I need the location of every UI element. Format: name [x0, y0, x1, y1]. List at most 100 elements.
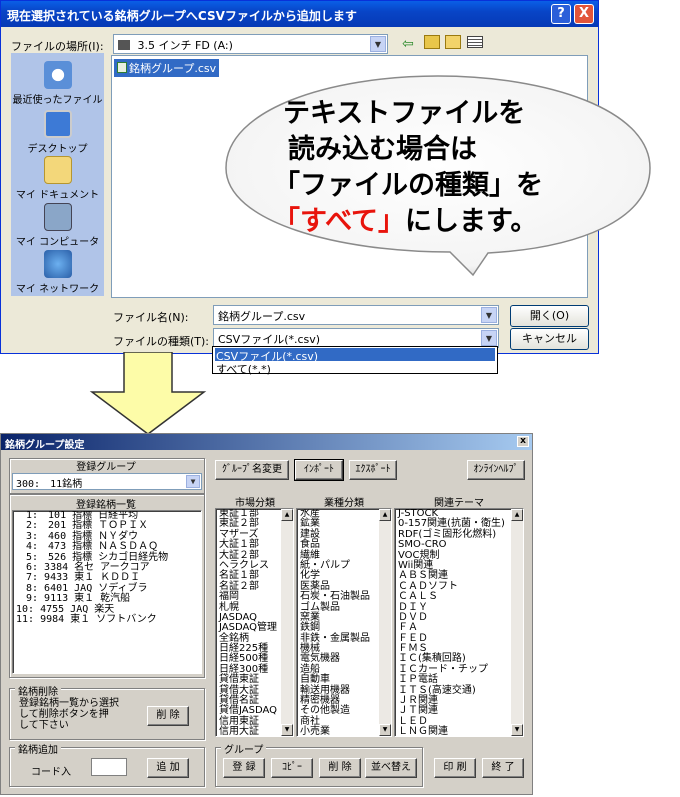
floppy-icon: [118, 40, 130, 50]
scroll-up-icon[interactable]: ▲: [281, 509, 293, 521]
group-delete-button[interactable]: 削 除: [319, 758, 361, 778]
group-label: 登録グループ: [76, 462, 136, 473]
list-item[interactable]: ＣＡＬＳ: [395, 591, 523, 602]
scroll-up-icon[interactable]: ▲: [379, 509, 391, 521]
filetype-option-csv[interactable]: CSVファイル(*.csv): [215, 348, 495, 363]
chevron-down-icon[interactable]: ▼: [481, 307, 497, 323]
register-button[interactable]: 登 録: [223, 758, 265, 778]
filetype-select[interactable]: CSVファイル(*.csv) ▼: [213, 328, 499, 348]
copy-button[interactable]: ｺﾋﾟｰ: [271, 758, 313, 778]
filetype-dropdown-list: CSVファイル(*.csv) すべて(*.*): [212, 346, 498, 376]
code-label: コード入: [31, 767, 71, 778]
online-help-button[interactable]: ｵﾝﾗｲﾝﾍﾙﾌﾟ: [467, 460, 525, 480]
list-item[interactable]: 食品: [297, 539, 391, 550]
place-label: マイ コンピュータ: [15, 237, 100, 248]
list-item[interactable]: SMO-CRO: [395, 539, 523, 550]
group-actions-title: グループ: [221, 741, 267, 756]
desktop-icon: [43, 110, 72, 138]
scroll-down-icon[interactable]: ▼: [511, 724, 523, 736]
list-item[interactable]: 9: 9113 東１ 乾汽船: [13, 593, 201, 604]
group-settings-dialog: 銘柄グループ設定 x 登録グループ 300: 11銘柄 ▼ 登録銘柄一覧 1: …: [0, 433, 533, 795]
delete-description: 登録銘柄一覧から選択 して削除ボタンを押 して下さい: [19, 698, 119, 731]
members-header: 登録銘柄一覧: [76, 500, 136, 511]
scroll-up-icon[interactable]: ▲: [511, 509, 523, 521]
theme-header: 関連テーマ: [434, 498, 484, 509]
location-combo[interactable]: 3.5 インチ FD (A:) ▼: [113, 34, 388, 54]
documents-folder-icon: [43, 156, 72, 184]
location-label: ファイルの場所(I):: [11, 40, 104, 53]
cancel-button[interactable]: キャンセル: [510, 328, 589, 350]
exit-button[interactable]: 終 了: [482, 758, 524, 778]
callout-highlight: 「すべて」: [273, 206, 406, 237]
clock-icon: [43, 61, 72, 89]
title-bar: 現在選択されている銘柄グループへCSVファイルから追加します ? X: [1, 1, 598, 27]
place-label: デスクトップ: [27, 144, 88, 155]
scrollbar[interactable]: ▲ ▼: [379, 509, 391, 736]
list-item[interactable]: ＬＮＧ関連: [395, 726, 523, 736]
members-list[interactable]: 1: 101 指標 日経平均 2: 201 指標 ＴＯＰＩＸ 3: 460 指標…: [12, 510, 202, 674]
scroll-down-icon[interactable]: ▼: [379, 724, 391, 736]
title-bar: 銘柄グループ設定 x: [1, 434, 532, 451]
filename-input[interactable]: 銘柄グループ.csv ▼: [213, 305, 499, 325]
computer-icon: [43, 203, 72, 231]
file-item[interactable]: 銘柄グループ.csv: [114, 59, 220, 77]
close-button[interactable]: x: [517, 436, 529, 447]
chevron-down-icon[interactable]: ▼: [370, 36, 386, 52]
dialog-title: 現在選択されている銘柄グループへCSVファイルから追加します: [7, 9, 357, 23]
list-item[interactable]: 石炭・石油製品: [297, 591, 391, 602]
help-button[interactable]: ?: [551, 4, 571, 24]
place-label: マイ ドキュメント: [15, 190, 100, 201]
place-documents[interactable]: マイ ドキュメント: [11, 156, 104, 201]
filetype-option-all[interactable]: すべて(*.*): [215, 361, 495, 376]
place-desktop[interactable]: デスクトップ: [11, 110, 104, 155]
place-label: マイ ネットワーク: [15, 284, 100, 295]
theme-list[interactable]: J-STOCK 0-157関連(抗菌・衛生) RDF(ゴミ固形化燃料) SMO-CRO…: [394, 508, 524, 737]
delete-stock-button[interactable]: 削 除: [147, 706, 189, 726]
market-header: 市場分類: [235, 498, 275, 509]
import-button[interactable]: ｲﾝﾎﾟｰﾄ: [294, 459, 344, 481]
industry-header: 業種分類: [324, 498, 364, 509]
view-menu-icon[interactable]: [467, 36, 483, 48]
callout-line-2: 読み込む場合は: [288, 134, 477, 165]
print-button[interactable]: 印 刷: [434, 758, 476, 778]
market-list[interactable]: 東証１部 東証２部 マザーズ 大証１部 大証２部 ヘラクレス 名証１部 名証２部 福岡 札幌 JAS…: [215, 508, 294, 737]
group-select[interactable]: 300: 11銘柄 ▼: [12, 473, 202, 490]
callout-line-3: 「ファイルの種類」を: [273, 170, 543, 201]
filename-label: ファイル名(N):: [113, 311, 189, 324]
place-label: 最近使ったファイル: [12, 95, 103, 106]
export-button[interactable]: ｴｸｽﾎﾟｰﾄ: [349, 460, 397, 480]
location-value: 3.5 インチ FD (A:): [137, 39, 233, 52]
add-title: 銘柄追加: [15, 741, 61, 756]
csv-file-icon: [117, 62, 127, 73]
place-recent[interactable]: 最近使ったファイル: [11, 61, 104, 106]
callout-line-4: にします。: [405, 206, 538, 237]
add-stock-button[interactable]: 追 加: [147, 758, 189, 778]
scrollbar[interactable]: ▲ ▼: [511, 509, 523, 736]
scroll-down-icon[interactable]: ▼: [281, 724, 293, 736]
places-bar: 最近使ったファイル デスクトップ マイ ドキュメント マイ コンピュータ マイ …: [11, 53, 104, 296]
place-network[interactable]: マイ ネットワーク: [11, 250, 104, 295]
down-arrow-icon: [89, 352, 207, 435]
callout-line-1: テキストファイルを: [283, 98, 526, 129]
place-computer[interactable]: マイ コンピュータ: [11, 203, 104, 248]
up-folder-icon[interactable]: [424, 35, 440, 49]
list-item[interactable]: 小売業: [297, 726, 391, 736]
new-folder-icon[interactable]: [445, 35, 461, 49]
close-button[interactable]: X: [574, 4, 594, 24]
dialog-title: 銘柄グループ設定: [5, 440, 85, 451]
rename-group-button[interactable]: ｸﾞﾙｰﾌﾟ名変更: [215, 460, 289, 480]
callout-text: テキストファイルを 読み込む場合は 「ファイルの種類」を 「すべて」にします。: [273, 96, 543, 240]
network-icon: [43, 250, 72, 278]
scrollbar[interactable]: ▲ ▼: [281, 509, 293, 736]
industry-list[interactable]: 水産 鉱業 建設 食品 繊維 紙・パルプ 化学 医薬品 石炭・石油製品 ゴム製品 窯業 鉄鋼 非鉄・金属…: [296, 508, 392, 737]
filetype-label: ファイルの種類(T):: [113, 335, 210, 348]
list-item[interactable]: 4: 473 指標 ＮＡＳＤＡＱ: [13, 541, 201, 552]
list-item[interactable]: 11: 9984 東１ ソフトバンク: [13, 614, 201, 625]
back-icon[interactable]: ⇦: [402, 36, 414, 52]
code-input[interactable]: [91, 758, 127, 776]
sort-button[interactable]: 並べ替え: [365, 758, 417, 778]
delete-title: 銘柄削除: [15, 683, 61, 698]
chevron-down-icon[interactable]: ▼: [186, 475, 200, 488]
open-button[interactable]: 開く(O): [510, 305, 589, 327]
chevron-down-icon[interactable]: ▼: [481, 330, 497, 346]
